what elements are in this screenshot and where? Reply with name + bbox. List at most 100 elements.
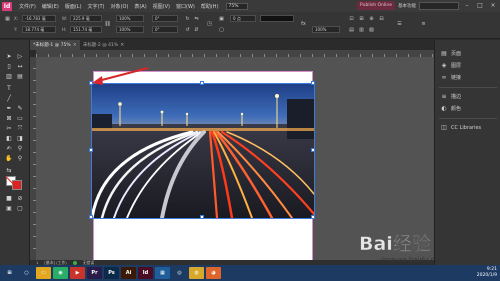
panel-divider [439, 118, 497, 119]
menu-item-7[interactable]: 窗口(W) [173, 3, 198, 10]
system-clock[interactable]: 9:21 2020/1/9 [477, 267, 497, 279]
menu-item-2[interactable]: 版面(L) [62, 3, 85, 10]
rotate-90-ccw-icon[interactable]: ↺ [184, 26, 191, 33]
scale-x-field[interactable]: 100% [116, 15, 144, 22]
rotate-90-cw-icon[interactable]: ↻ [184, 15, 191, 22]
x-field[interactable]: -16.783 毫 [22, 15, 56, 22]
workspace-switcher[interactable]: 基本功能 [398, 3, 416, 9]
publish-online-button[interactable]: Publish Online [357, 1, 395, 10]
folder-icon[interactable]: ▭ [36, 267, 51, 279]
fit-frame-icon[interactable]: ⊡ [348, 15, 355, 22]
control-menu-icon[interactable]: ≡ [420, 20, 427, 27]
menu-item-0[interactable]: 文件(F) [16, 3, 39, 10]
gallery-icon[interactable]: ▦ [155, 267, 170, 279]
qq-icon[interactable]: ◎ [172, 267, 187, 279]
indesign-icon[interactable]: Id [138, 267, 153, 279]
pen-tool-icon[interactable]: ✒ [4, 104, 14, 113]
y-field[interactable]: 18.774 毫 [22, 26, 56, 33]
page-tool-icon[interactable]: ▯ [4, 62, 14, 71]
selection-tool-icon[interactable]: ➤ [4, 52, 14, 61]
close-icon[interactable]: × [73, 42, 77, 48]
select-content-icon[interactable]: ◳ [206, 20, 213, 27]
close-icon[interactable]: × [488, 1, 498, 10]
gradient-feather-tool-icon[interactable]: ◨ [15, 134, 25, 143]
rotation-angle-field[interactable]: 0° [152, 15, 178, 22]
fill-frame-icon[interactable]: ⊟ [378, 15, 385, 22]
maximize-icon[interactable]: □ [475, 1, 485, 10]
align-panel-icon[interactable]: ☰ [396, 20, 403, 27]
y-label: Y: [14, 27, 18, 32]
w-label: W: [62, 16, 68, 21]
media-icon[interactable]: ▶ [70, 267, 85, 279]
panel-links[interactable]: ∞ 链接 [435, 72, 500, 83]
close-icon[interactable]: × [120, 42, 124, 48]
search-icon[interactable]: ○ [19, 267, 34, 279]
flip-horizontal-icon[interactable]: ⇋ [193, 15, 200, 22]
panel-color[interactable]: ◐ 颜色 [435, 103, 500, 114]
photoshop-icon[interactable]: Ps [104, 267, 119, 279]
minimize-icon[interactable]: – [462, 1, 472, 10]
panel-stroke[interactable]: ≡ 描边 [435, 91, 500, 102]
fill-stroke-swatch-icon[interactable] [5, 176, 22, 190]
zoom-tool-icon[interactable]: ⚲ [15, 154, 25, 163]
horizontal-ruler[interactable] [36, 50, 434, 57]
effects-icon[interactable]: fx [300, 20, 307, 27]
rectangle-tool-icon[interactable]: ▭ [15, 114, 25, 123]
shear-angle-field[interactable]: 0° [152, 26, 178, 33]
content-collector-icon[interactable]: ▥ [4, 72, 14, 81]
stroke-scale-field[interactable]: 100% [312, 26, 340, 33]
wrap-bounding-icon[interactable]: ▥ [358, 26, 365, 33]
stroke-type-select[interactable] [260, 15, 294, 22]
menu-item-6[interactable]: 视图(V) [150, 3, 173, 10]
center-content-icon[interactable]: ⊕ [368, 15, 375, 22]
fill-swatch-icon[interactable]: ▣ [218, 15, 225, 22]
line-tool-icon[interactable]: ╱ [4, 94, 14, 103]
w-field[interactable]: 225.9 毫 [70, 15, 102, 22]
stroke-swatch-icon[interactable]: ▢ [218, 26, 225, 33]
menu-item-8[interactable]: 帮助(H) [198, 3, 222, 10]
menu-item-5[interactable]: 表(A) [131, 3, 149, 10]
panel-pages[interactable]: ▤ 页面 [435, 48, 500, 59]
free-transform-tool-icon[interactable]: ⤧ [15, 124, 25, 133]
reference-point-icon[interactable]: ▦ [4, 15, 11, 22]
wechat-icon[interactable]: ◉ [53, 267, 68, 279]
menu-item-4[interactable]: 对象(O) [108, 3, 132, 10]
start-icon[interactable]: ⊞ [2, 267, 17, 279]
panel-layers[interactable]: ◈ 图层 [435, 60, 500, 71]
content-placer-icon[interactable]: ▤ [15, 72, 25, 81]
stroke-weight-field[interactable]: 0 点 [230, 15, 256, 22]
apply-none-icon[interactable]: ⊘ [15, 194, 25, 203]
tab-document-1[interactable]: *未标题-1 @ 75% × [30, 40, 80, 50]
flip-vertical-icon[interactable]: ⇵ [193, 26, 200, 33]
zoom-select[interactable]: 75% [225, 2, 248, 10]
eyedropper-tool-icon[interactable]: ⚲ [15, 144, 25, 153]
gradient-tool-icon[interactable]: ◧ [4, 134, 14, 143]
hand-tool-icon[interactable]: ✋ [4, 154, 14, 163]
scale-y-field[interactable]: 100% [116, 26, 144, 33]
pencil-tool-icon[interactable]: ✎ [15, 104, 25, 113]
illustrator-icon[interactable]: Ai [121, 267, 136, 279]
menu-item-1[interactable]: 编辑(E) [39, 3, 62, 10]
scissors-tool-icon[interactable]: ✂ [4, 124, 14, 133]
panel-cc-libraries[interactable]: ◫ CC Libraries [435, 122, 500, 133]
rectangle-frame-tool-icon[interactable]: ⊠ [4, 114, 14, 123]
fit-content-icon[interactable]: ⊞ [358, 15, 365, 22]
chrome-icon[interactable]: ◍ [189, 267, 204, 279]
type-tool-icon[interactable]: T [4, 84, 14, 93]
text-wrap-icon[interactable]: ▤ [348, 26, 355, 33]
h-field[interactable]: 151.74 毫 [70, 26, 102, 33]
preview-mode-icon[interactable]: ▢ [15, 204, 25, 213]
firefox-icon[interactable]: ◕ [206, 267, 221, 279]
apply-color-icon[interactable]: ■ [4, 194, 14, 203]
premiere-icon[interactable]: Pr [87, 267, 102, 279]
tab-document-2[interactable]: 未标题-2 @ 41% × [79, 40, 128, 50]
default-fill-stroke-icon[interactable]: ⇆ [4, 166, 14, 175]
normal-mode-icon[interactable]: ▣ [4, 204, 14, 213]
wrap-shape-icon[interactable]: ▧ [368, 26, 375, 33]
note-tool-icon[interactable]: ✍ [4, 144, 14, 153]
menu-item-3[interactable]: 文字(T) [85, 3, 108, 10]
gap-tool-icon[interactable]: ↔ [15, 62, 25, 71]
constrain-proportions-icon[interactable]: ⛓ [104, 20, 111, 27]
search-input[interactable] [419, 1, 459, 10]
direct-selection-tool-icon[interactable]: ▷ [15, 52, 25, 61]
